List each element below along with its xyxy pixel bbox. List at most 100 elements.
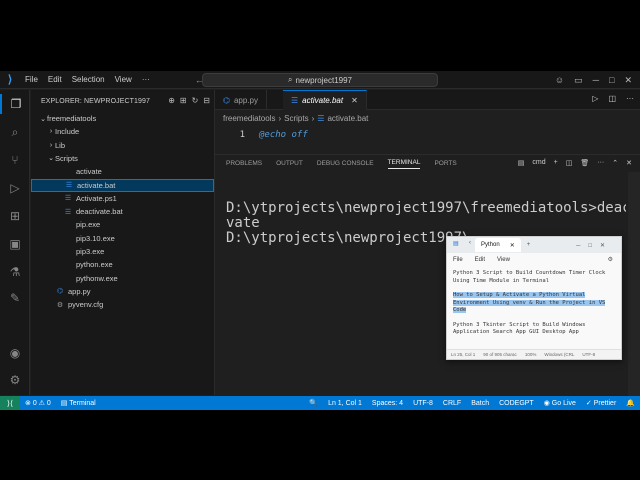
close-panel-icon[interactable]: ✕ [626, 159, 632, 167]
chat-icon[interactable]: ✎ [5, 288, 25, 308]
tree-item[interactable]: python.exe [31, 258, 214, 271]
tree-item[interactable]: pip3.10.exe [31, 232, 214, 245]
tab-app-py[interactable]: ⌬ app.py [215, 90, 268, 110]
more-actions-icon[interactable]: ··· [597, 159, 604, 167]
go-live-status[interactable]: ◉ Go Live [539, 399, 581, 407]
minimize-icon[interactable]: ─ [593, 75, 599, 85]
collapse-all-icon[interactable]: ⊟ [203, 96, 210, 105]
indentation[interactable]: Spaces: 4 [367, 400, 408, 407]
codegpt-status[interactable]: CODEGPT [494, 400, 539, 407]
tab-ports[interactable]: PORTS [434, 160, 456, 167]
terminal-scrollbar[interactable] [628, 172, 640, 396]
split-terminal-icon[interactable]: ◫ [566, 159, 573, 167]
breadcrumb-item[interactable]: Scripts [284, 114, 308, 123]
tree-item[interactable]: ⚙ pyvenv.cfg [31, 298, 214, 311]
terminal-status-label: Terminal [69, 400, 96, 407]
notepad-tab[interactable]: Python ✕ [475, 238, 521, 252]
tree-item[interactable]: ☰ Activate.ps1 [31, 192, 214, 205]
bat-file-icon: ☰ [317, 113, 325, 123]
notepad-window-controls-icon[interactable]: ─□✕ [576, 242, 613, 249]
tab-terminal[interactable]: TERMINAL [387, 159, 421, 169]
code-line[interactable]: 1 @echo off [215, 128, 308, 142]
remote-explorer-icon[interactable]: ▣ [5, 234, 25, 254]
tree-item[interactable]: › Lib [31, 139, 214, 152]
run-icon[interactable]: ▷ [592, 94, 598, 103]
layout-icon[interactable]: ▭ [574, 75, 583, 86]
notepad-menu-view[interactable]: View [497, 257, 510, 263]
status-bar: ⟩⟨ ⊗ 0 ⚠ 0 ▤ Terminal 🔍 Ln 1, Col 1 Spac… [0, 396, 640, 410]
tree-item-label: freemediatools [47, 114, 97, 123]
more-actions-icon[interactable]: ··· [626, 94, 634, 103]
terminal-status[interactable]: ▤ Terminal [56, 399, 101, 407]
go-live-label: Go Live [551, 400, 576, 407]
maximize-panel-icon[interactable]: ⌃ [612, 159, 618, 167]
cursor-position[interactable]: Ln 1, Col 1 [323, 400, 367, 407]
settings-gear-icon[interactable]: ⚙ [5, 370, 25, 390]
menu-file[interactable]: File [20, 71, 43, 89]
notepad-window[interactable]: ▤ ‹ Python ✕ + ─□✕ File Edit View ⚙ Pyth… [446, 236, 622, 360]
tree-item[interactable]: ⌄ freemediatools [31, 112, 214, 125]
tree-item[interactable]: ☰ activate.bat [31, 178, 214, 192]
trash-icon[interactable]: 🗑 [580, 159, 589, 167]
notepad-menu-file[interactable]: File [453, 257, 463, 263]
testing-icon[interactable]: ⚗ [5, 262, 25, 282]
tree-item[interactable]: pip3.exe [31, 245, 214, 258]
chevron-down-icon: ⌄ [48, 155, 54, 163]
new-terminal-icon[interactable]: + [554, 159, 558, 167]
line-ending[interactable]: CRLF [438, 400, 466, 407]
tab-debug-console[interactable]: DEBUG CONSOLE [317, 160, 374, 167]
tab-scroll-left-icon[interactable]: ‹ [469, 240, 471, 246]
tree-item[interactable]: ⌄ Scripts [31, 152, 214, 165]
source-control-icon[interactable]: ⑂ [5, 150, 25, 170]
notepad-menu-edit[interactable]: Edit [475, 257, 485, 263]
command-center-text: newproject1997 [295, 75, 352, 85]
command-center-search[interactable]: ⌕ newproject1997 [202, 73, 438, 87]
account-icon[interactable]: ◉ [5, 343, 25, 363]
more-menu-icon[interactable]: ··· [137, 71, 155, 89]
new-file-icon[interactable]: ⊕ [168, 96, 175, 105]
refresh-icon[interactable]: ↻ [192, 96, 199, 105]
language-mode[interactable]: Batch [466, 400, 494, 407]
breadcrumb-item[interactable]: activate.bat [327, 114, 368, 123]
new-folder-icon[interactable]: ⊞ [180, 96, 187, 105]
tree-item[interactable]: activate [31, 165, 214, 178]
maximize-icon[interactable]: □ [609, 75, 614, 85]
terminal-profile[interactable]: cmd [532, 159, 545, 167]
problems-status[interactable]: ⊗ 0 ⚠ 0 [20, 399, 56, 407]
close-window-icon[interactable]: ✕ [624, 75, 632, 86]
search-activity-icon[interactable]: ⌕ [5, 122, 25, 142]
notepad-text-area[interactable]: Python 3 Script to Build Countdown Timer… [447, 266, 621, 348]
tree-item[interactable]: ☰ deactivate.bat [31, 205, 214, 218]
tab-activate-bat[interactable]: ☰ activate.bat ✕ [283, 90, 367, 110]
notepad-settings-icon[interactable]: ⚙ [608, 256, 613, 263]
menu-view[interactable]: View [110, 71, 137, 89]
zoom-icon[interactable]: 🔍 [304, 399, 323, 407]
tab-close-icon[interactable]: ✕ [351, 96, 358, 105]
breadcrumb-item[interactable]: freemediatools [223, 114, 275, 123]
tree-item[interactable]: pythonw.exe [31, 272, 214, 285]
extensions-icon[interactable]: ⊞ [5, 206, 25, 226]
menu-edit[interactable]: Edit [43, 71, 67, 89]
notepad-new-tab-icon[interactable]: + [527, 242, 531, 248]
prettier-status[interactable]: ✓ Prettier [581, 399, 621, 407]
explorer-icon[interactable]: ❐ [0, 94, 30, 114]
remote-indicator-icon[interactable]: ⟩⟨ [0, 396, 20, 410]
notepad-status-position: Ln 25, Col 1 [451, 352, 476, 357]
notifications-bell-icon[interactable]: 🔔 [621, 399, 640, 407]
tree-item[interactable]: pip.exe [31, 218, 214, 231]
menu-selection[interactable]: Selection [67, 71, 110, 89]
tab-problems[interactable]: PROBLEMS [226, 160, 262, 167]
run-debug-icon[interactable]: ▷ [5, 178, 25, 198]
notepad-menu: File Edit View ⚙ [447, 253, 621, 266]
notepad-tab-close-icon[interactable]: ✕ [510, 242, 515, 249]
tab-label: app.py [233, 95, 259, 105]
tree-item[interactable]: › Include [31, 125, 214, 138]
encoding[interactable]: UTF-8 [408, 400, 438, 407]
copilot-icon[interactable]: ☺ [555, 75, 564, 85]
tree-item[interactable]: ⌬ app.py [31, 285, 214, 298]
notepad-status-bar: Ln 25, Col 1 90 of 905 charac 100% Windo… [447, 349, 621, 359]
notepad-tab-title: Python [481, 242, 500, 248]
code-text[interactable]: @echo off [259, 130, 308, 140]
split-editor-icon[interactable]: ◫ [608, 94, 616, 103]
tab-output[interactable]: OUTPUT [276, 160, 303, 167]
